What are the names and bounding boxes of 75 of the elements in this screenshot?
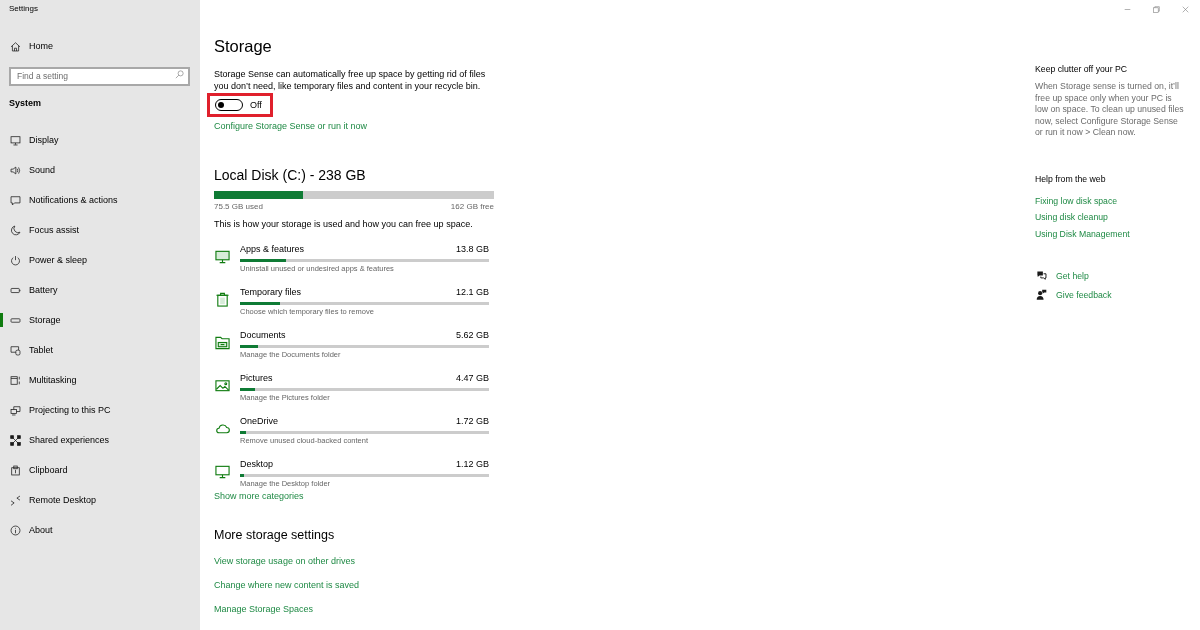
- window-title: Settings: [9, 4, 38, 14]
- category-size: 13.8 GB: [455, 243, 489, 255]
- speech-bubble-icon: [10, 194, 21, 206]
- sidebar-item[interactable]: Remote Desktop: [0, 485, 200, 515]
- tablet-icon: [10, 344, 21, 356]
- search-field[interactable]: Find a setting: [9, 66, 190, 86]
- settings-link[interactable]: Change where new content is saved: [214, 579, 360, 591]
- panel-heading: Help from the web: [1035, 172, 1106, 185]
- sidebar-item[interactable]: Sound: [0, 155, 200, 185]
- help-link[interactable]: Using Disk Management: [1035, 227, 1130, 240]
- category-size: 1.12 GB: [455, 458, 489, 470]
- power-icon: [10, 254, 21, 266]
- sidebar-item[interactable]: Clipboard: [0, 455, 200, 485]
- page-title: Storage: [214, 36, 272, 57]
- sidebar-item[interactable]: Shared experiences: [0, 425, 200, 455]
- info-icon: [10, 524, 21, 536]
- sidebar-item[interactable]: Battery: [0, 275, 200, 305]
- feedback-link[interactable]: Give feedback: [1056, 288, 1112, 301]
- sidebar-item[interactable]: Tablet: [0, 335, 200, 365]
- get-help-link[interactable]: Get help: [1056, 269, 1089, 282]
- clipboard-icon: [10, 464, 21, 476]
- panel-text: When Storage sense is turned on, it’ll free up space only when your PC is low on space. To clean up unused files now, select Configure Storage Sense or run it now > Clean now.: [1035, 81, 1185, 139]
- help-link[interactable]: Using disk cleanup: [1035, 211, 1108, 224]
- sidebar-item[interactable]: About: [0, 515, 200, 545]
- speaker-icon: [10, 164, 21, 176]
- category-name[interactable]: Documents: [240, 329, 286, 341]
- sidebar-item[interactable]: Display: [0, 125, 200, 155]
- toggle-switch[interactable]: [215, 99, 243, 111]
- search-icon: [175, 70, 184, 79]
- category-size: 12.1 GB: [455, 286, 489, 298]
- picture-icon: [215, 378, 230, 393]
- show-more-link[interactable]: Show more categories: [214, 490, 304, 502]
- usage-description: This is how your storage is used and how you can free up space.: [214, 218, 473, 230]
- toggle-label: Off: [250, 99, 262, 111]
- monitor-icon: [215, 464, 230, 479]
- settings-link[interactable]: Manage Storage Spaces: [214, 603, 314, 615]
- split-window-icon: [10, 374, 21, 386]
- category-name[interactable]: Pictures: [240, 372, 273, 384]
- category-size: 5.62 GB: [455, 329, 489, 341]
- close-icon: [1181, 4, 1190, 14]
- moon-icon: [10, 224, 21, 236]
- sidebar-item[interactable]: Multitasking: [0, 365, 200, 395]
- sidebar-item[interactable]: Focus assist: [0, 215, 200, 245]
- configure-link[interactable]: Configure Storage Sense or run it now: [214, 120, 368, 132]
- home-link[interactable]: Home: [0, 31, 200, 61]
- help-link[interactable]: Fixing low disk space: [1035, 194, 1118, 207]
- trash-icon: [215, 292, 230, 307]
- section-heading: System: [9, 97, 42, 109]
- category-name[interactable]: OneDrive: [240, 415, 278, 427]
- restore-icon: [1152, 4, 1161, 14]
- category-name[interactable]: Temporary files: [240, 286, 302, 298]
- used-label: 75.5 GB used: [214, 202, 263, 212]
- connected-nodes-icon: [10, 434, 21, 446]
- sidebar-item[interactable]: Notifications & actions: [0, 185, 200, 215]
- settings-link[interactable]: View storage usage on other drives: [214, 555, 355, 567]
- free-label: 162 GB free: [450, 202, 494, 212]
- storage-sense-description: Storage Sense can automatically free up space by getting rid of files you don’t need, like temporary files and content in your recycle bin.: [214, 68, 487, 92]
- monitor-icon: [215, 249, 230, 264]
- folder-icon: [215, 335, 230, 350]
- overlapping-screens-icon: [10, 404, 21, 416]
- section-title: More storage settings: [214, 527, 335, 543]
- panel-heading: Keep clutter off your PC: [1035, 63, 1128, 75]
- chevrons-icon: [10, 494, 21, 506]
- home-icon: [10, 40, 21, 52]
- category-size: 4.47 GB: [455, 372, 489, 384]
- category-name[interactable]: Desktop: [240, 458, 274, 470]
- person-icon: [1036, 289, 1047, 301]
- disk-title: Local Disk (C:) - 238 GB: [214, 166, 366, 184]
- sidebar-item[interactable]: Projecting to this PC: [0, 395, 200, 425]
- category-name[interactable]: Apps & features: [240, 243, 305, 255]
- chat-bubbles-icon: [1036, 270, 1047, 282]
- sidebar-item[interactable]: Power & sleep: [0, 245, 200, 275]
- category-size: 1.72 GB: [455, 415, 489, 427]
- cloud-icon: [215, 421, 230, 436]
- monitor-icon: [10, 134, 21, 146]
